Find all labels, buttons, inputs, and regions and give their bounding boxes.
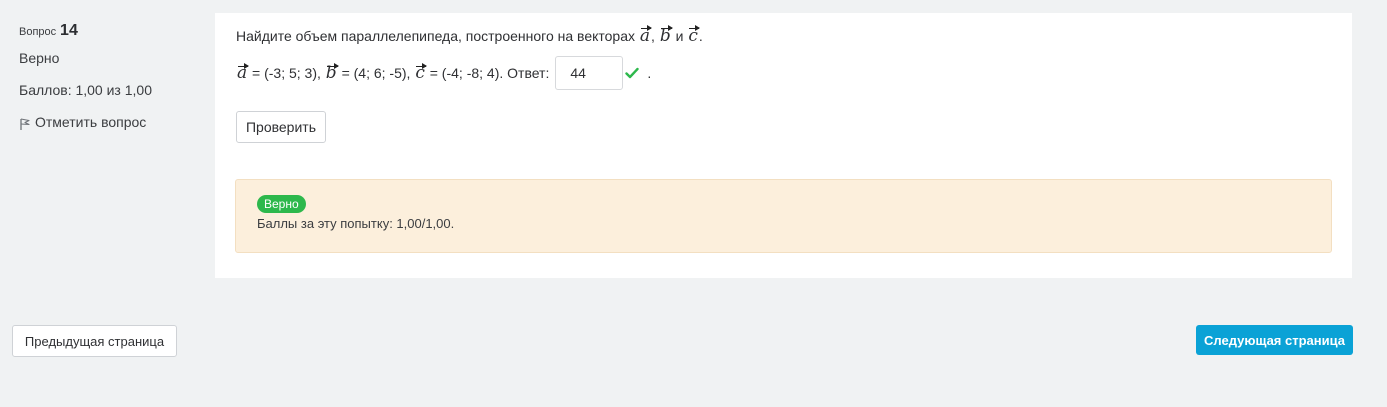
formula-vector-a: a — [237, 63, 250, 83]
correct-badge: Верно — [257, 195, 306, 213]
next-page-button[interactable]: Следующая страница — [1196, 325, 1353, 355]
question-info: Вопрос 14 Верно Баллов: 1,00 из 1,00 Отм… — [19, 20, 199, 131]
flag-question-link[interactable]: Отметить вопрос — [19, 113, 199, 131]
question-text-main: Найдите объем параллелепипеда, построенн… — [236, 28, 636, 44]
formula-a-value: = (-3; 5; 3), — [252, 65, 321, 81]
previous-page-button[interactable]: Предыдущая страница — [12, 325, 177, 357]
question-grade: Баллов: 1,00 из 1,00 — [19, 82, 152, 98]
question-content: Найдите объем параллелепипеда, построенн… — [215, 13, 1352, 278]
feedback-box: Верно Баллы за эту попытку: 1,00/1,00. — [235, 179, 1332, 253]
formula-vector-c: c — [415, 63, 427, 83]
flag-question-label: Отметить вопрос — [35, 114, 147, 130]
check-button[interactable]: Проверить — [236, 111, 326, 143]
formula-c-value: = (-4; -8; 4). Ответ: — [429, 65, 550, 81]
question-number-row: Вопрос 14 — [19, 20, 199, 40]
question-state: Верно — [19, 50, 60, 66]
answer-period: . — [647, 65, 652, 81]
vector-values: a = (-3; 5; 3), b = (4; 6; -5), c = (-4;… — [236, 55, 651, 91]
formula-vector-b: b — [325, 63, 339, 83]
conjunction-and: и — [675, 28, 684, 44]
vector-c: c — [688, 25, 700, 46]
question-text: Найдите объем параллелепипеда, построенн… — [236, 25, 703, 47]
question-label: Вопрос — [19, 26, 57, 38]
vector-b: b — [659, 25, 673, 46]
check-icon — [625, 67, 640, 79]
answer-input[interactable] — [555, 56, 624, 90]
vector-a: a — [639, 25, 653, 46]
attempt-marks: Баллы за эту попытку: 1,00/1,00. — [257, 216, 455, 231]
flag-icon — [20, 118, 30, 130]
question-number: 14 — [60, 22, 78, 39]
formula-b-value: = (4; 6; -5), — [341, 65, 411, 81]
